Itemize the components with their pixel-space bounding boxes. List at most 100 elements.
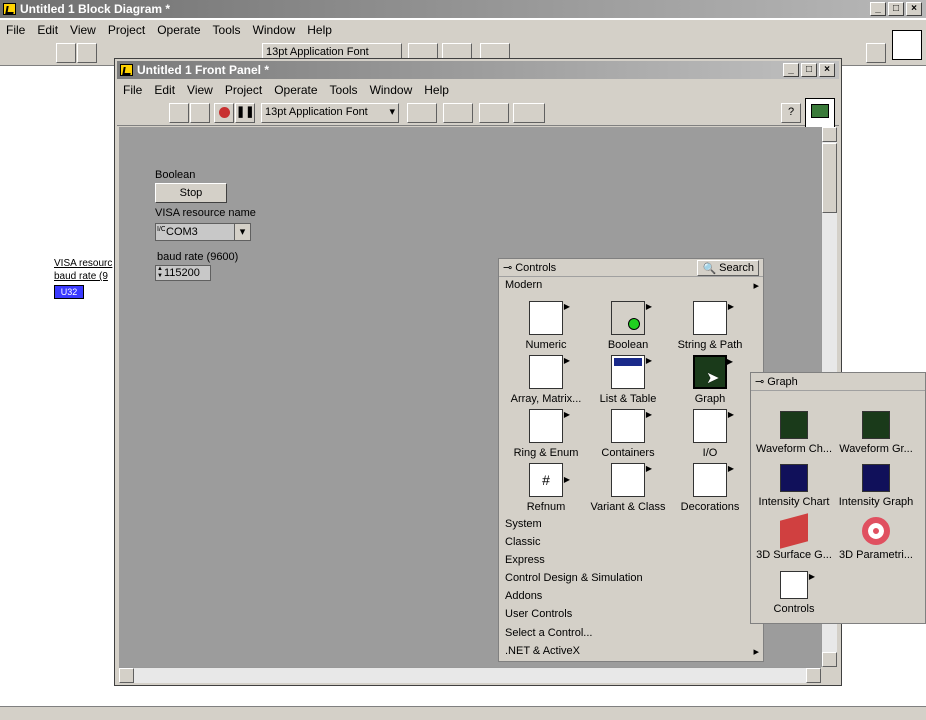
search-button[interactable]: 🔍 Search: [697, 260, 759, 276]
maximize-button[interactable]: □: [888, 2, 904, 16]
scroll-right-button[interactable]: [806, 668, 821, 683]
vi-icon: [892, 30, 922, 60]
menu-edit[interactable]: Edit: [31, 23, 64, 37]
menu-project[interactable]: Project: [219, 83, 268, 97]
close-button[interactable]: ×: [819, 63, 835, 77]
block-diagram-title: Untitled 1 Block Diagram *: [20, 2, 171, 16]
resize-button[interactable]: [479, 103, 509, 123]
palette-tile-numeric[interactable]: ▶ Numeric: [505, 301, 587, 351]
palette-tile-list-table[interactable]: ▶ List & Table: [587, 355, 669, 405]
graph-palette-titlebar[interactable]: ⊸ Graph: [751, 373, 925, 391]
pause-button[interactable]: ❚❚: [235, 103, 255, 123]
category-dotnet-activex[interactable]: .NET & ActiveX ▸: [505, 645, 759, 658]
section-modern[interactable]: Modern ▸: [505, 279, 759, 292]
menu-window[interactable]: Window: [364, 83, 419, 97]
baud-rate-control[interactable]: ▲ ▼ 115200: [155, 265, 211, 281]
3d-parametric-icon: [862, 517, 890, 545]
list-table-icon: ▶: [611, 355, 652, 389]
menu-help[interactable]: Help: [301, 23, 338, 37]
visa-resource-control[interactable]: I/O COM3 ▾: [155, 223, 251, 241]
palette-tile-decorations[interactable]: ▶ Decorations: [669, 463, 751, 513]
graph-tile-3d-parametric[interactable]: 3D Parametri...: [835, 517, 917, 561]
palette-tile-string-path[interactable]: ▶ String & Path: [669, 301, 751, 351]
scroll-up-button[interactable]: [822, 127, 837, 142]
front-panel-menubar: File Edit View Project Operate Tools Win…: [117, 80, 839, 100]
palette-tile-refnum[interactable]: # ▶ Refnum: [505, 463, 587, 513]
abort-icon: [218, 107, 230, 118]
search-icon: 🔍: [702, 262, 717, 275]
menu-help[interactable]: Help: [418, 83, 455, 97]
graph-tile-waveform-graph[interactable]: Waveform Gr...: [835, 411, 917, 455]
help-button[interactable]: [866, 43, 886, 63]
graph-palette-title: Graph: [767, 375, 798, 388]
horizontal-scrollbar[interactable]: [119, 667, 821, 683]
scroll-down-button[interactable]: [822, 652, 837, 667]
block-diagram-titlebar[interactable]: Untitled 1 Block Diagram * _ □ ×: [0, 0, 926, 18]
font-select-value: 13pt Application Font: [265, 106, 368, 118]
category-addons[interactable]: Addons: [505, 590, 542, 602]
category-classic[interactable]: Classic: [505, 536, 540, 548]
close-button[interactable]: ×: [906, 2, 922, 16]
palette-tile-containers[interactable]: ▶ Containers: [587, 409, 669, 459]
mouse-pointer-icon: ➤: [706, 370, 720, 387]
minimize-button[interactable]: _: [783, 63, 799, 77]
graph-tile-waveform-chart[interactable]: Waveform Ch...: [753, 411, 835, 455]
category-express[interactable]: Express: [505, 554, 545, 566]
abort-button[interactable]: [214, 103, 234, 123]
scroll-thumb[interactable]: [822, 143, 837, 213]
baud-node-terminal[interactable]: U32: [54, 285, 84, 299]
menu-tools[interactable]: Tools: [324, 83, 364, 97]
menu-window[interactable]: Window: [247, 23, 302, 37]
containers-icon: ▶: [611, 409, 652, 443]
menu-edit[interactable]: Edit: [148, 83, 181, 97]
graph-tile-controls[interactable]: ▶ Controls: [753, 571, 835, 615]
search-label: Search: [719, 262, 754, 274]
pushpin-icon[interactable]: ⊸: [755, 375, 764, 388]
scroll-left-button[interactable]: [119, 668, 134, 683]
category-user-controls[interactable]: User Controls: [505, 608, 572, 620]
controls-palette-titlebar[interactable]: ⊸ Controls 🔍 Search: [499, 259, 763, 277]
labview-app-icon: [120, 64, 133, 76]
chevron-down-icon[interactable]: ▾: [234, 224, 250, 240]
reorder-button[interactable]: [513, 103, 545, 123]
font-select[interactable]: 13pt Application Font ▾: [261, 103, 399, 123]
boolean-label: Boolean: [155, 169, 196, 181]
run-continuous-button[interactable]: [77, 43, 97, 63]
category-control-design[interactable]: Control Design & Simulation: [505, 572, 643, 584]
string-path-icon: ▶: [693, 301, 734, 335]
vi-icon-graphic: [811, 104, 829, 118]
array-matrix-icon: ▶: [529, 355, 570, 389]
palette-tile-variant-class[interactable]: ▶ Variant & Class: [587, 463, 669, 513]
palette-tile-boolean[interactable]: ▶ Boolean: [587, 301, 669, 351]
distribute-button[interactable]: [443, 103, 473, 123]
palette-tile-io[interactable]: ▶ I/O: [669, 409, 751, 459]
menu-operate[interactable]: Operate: [268, 83, 323, 97]
run-arrow-button[interactable]: [169, 103, 189, 123]
menu-file[interactable]: File: [117, 83, 148, 97]
front-panel-titlebar[interactable]: Untitled 1 Front Panel * _ □ ×: [117, 61, 839, 79]
graph-tile-intensity-chart[interactable]: Intensity Chart: [753, 464, 835, 508]
align-button[interactable]: [407, 103, 437, 123]
menu-project[interactable]: Project: [102, 23, 151, 37]
category-system[interactable]: System: [505, 518, 542, 530]
menu-view[interactable]: View: [64, 23, 102, 37]
palette-tile-array-matrix[interactable]: ▶ Array, Matrix...: [505, 355, 587, 405]
menu-view[interactable]: View: [181, 83, 219, 97]
run-continuous-button[interactable]: [190, 103, 210, 123]
minimize-button[interactable]: _: [870, 2, 886, 16]
help-button[interactable]: ?: [781, 103, 801, 123]
graph-tile-intensity-graph[interactable]: Intensity Graph: [835, 464, 917, 508]
menu-operate[interactable]: Operate: [151, 23, 206, 37]
stop-button[interactable]: Stop: [155, 183, 227, 203]
pushpin-icon[interactable]: ⊸: [503, 261, 512, 274]
menu-tools[interactable]: Tools: [207, 23, 247, 37]
maximize-button[interactable]: □: [801, 63, 817, 77]
palette-tile-ring-enum[interactable]: ▶ Ring & Enum: [505, 409, 587, 459]
run-arrow-button[interactable]: [56, 43, 76, 63]
graph-tile-3d-surface[interactable]: 3D Surface G...: [753, 513, 835, 561]
increment-decrement-icon[interactable]: ▲ ▼: [157, 266, 163, 280]
category-select-control[interactable]: Select a Control...: [505, 627, 592, 639]
ring-enum-icon: ▶: [529, 409, 570, 443]
io-prefix: I/O: [157, 226, 165, 233]
menu-file[interactable]: File: [0, 23, 31, 37]
